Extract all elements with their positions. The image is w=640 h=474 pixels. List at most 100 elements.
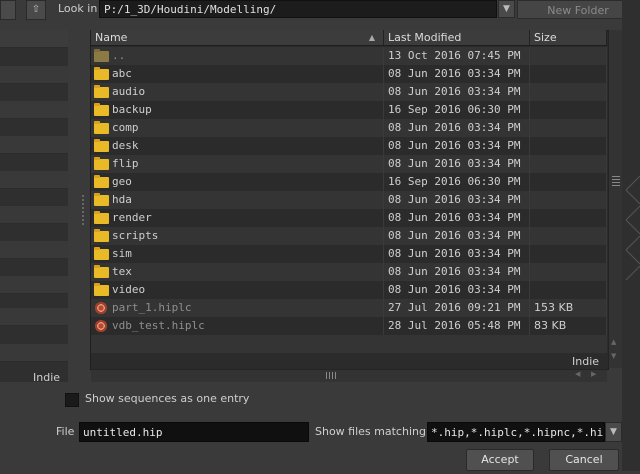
folder-icon [94,247,109,260]
sidebar-item[interactable] [0,101,68,119]
file-row[interactable]: abc 08 Jun 2016 03:34 PM [91,65,607,83]
file-modified: 08 Jun 2016 03:34 PM [384,155,530,173]
file-size [530,119,607,137]
file-name-input[interactable]: untitled.hip [79,422,309,442]
file-row[interactable]: desk 08 Jun 2016 03:34 PM [91,137,607,155]
file-name: flip [91,155,384,173]
scroll-up-icon[interactable]: ▲ [611,338,616,346]
back-button[interactable] [0,0,16,20]
sidebar-item[interactable] [0,136,68,154]
file-row[interactable]: video 08 Jun 2016 03:34 PM [91,281,607,299]
scroll-down-icon[interactable]: ▼ [611,352,616,360]
file-modified: 13 Oct 2016 07:45 PM [384,47,530,65]
vertical-scrollbar[interactable]: ▲ ▼ [608,30,623,368]
sidebar-item[interactable] [0,308,68,326]
sidebar-item[interactable] [0,276,68,294]
sidebar-item[interactable] [0,171,68,189]
file-row[interactable]: part_1.hiplc 27 Jul 2016 09:21 PM 153 KB [91,299,607,317]
folder-icon [94,85,109,98]
folder-icon [94,229,109,242]
file-name: audio [91,83,384,101]
file-row[interactable]: backup 16 Sep 2016 06:30 PM [91,101,607,119]
folder-icon [94,175,109,188]
column-name[interactable]: Name ▲ [91,30,384,45]
file-name: backup [91,101,384,119]
file-row[interactable]: tex 08 Jun 2016 03:34 PM [91,263,607,281]
file-row[interactable]: geo 16 Sep 2016 06:30 PM [91,173,607,191]
chevron-down-icon: ▼ [610,427,617,437]
background-viewport [622,0,640,471]
up-directory-button[interactable]: ⇧ [26,0,46,20]
sidebar-item[interactable] [0,66,68,84]
sidebar-item[interactable] [0,206,68,224]
folder-icon [94,193,109,206]
file-name-text: sim [112,247,132,260]
file-row[interactable]: scripts 08 Jun 2016 03:34 PM [91,227,607,245]
folder-icon [94,139,109,152]
file-row[interactable]: vdb_test.hiplc 28 Jul 2016 05:48 PM 83 KB [91,317,607,335]
file-name-text: desk [112,139,139,152]
file-modified: 08 Jun 2016 03:34 PM [384,137,530,155]
file-name: .. [91,47,384,65]
houdini-file-icon [95,320,107,332]
path-input[interactable]: P:/1_3D/Houdini/Modelling/ [99,0,497,18]
filter-dropdown-button[interactable]: ▼ [605,422,622,442]
file-name: hda [91,191,384,209]
file-name: sim [91,245,384,263]
file-name-text: audio [112,85,146,98]
file-size [530,209,607,227]
file-name-text: render [112,211,152,224]
file-filter-input[interactable]: *.hip,*.hiplc,*.hipnc,*.hip [427,422,605,442]
show-sequences-checkbox[interactable] [65,393,79,407]
file-name-text: video [112,283,146,296]
file-modified: 08 Jun 2016 03:34 PM [384,119,530,137]
file-row[interactable]: sim 08 Jun 2016 03:34 PM [91,245,607,263]
left-watermark: Indie [33,371,61,384]
horizontal-scrollbar[interactable]: ◀ ▶ [91,369,607,382]
file-size [530,281,607,299]
new-folder-button[interactable]: New Folder [517,0,639,19]
column-size[interactable]: Size [530,30,607,45]
file-name: part_1.hiplc [91,299,384,317]
cancel-button[interactable]: Cancel [549,449,619,471]
file-name: comp [91,119,384,137]
up-arrow-icon: ⇧ [31,4,41,15]
sidebar-header [0,30,68,48]
accept-button[interactable]: Accept [466,449,534,471]
file-modified: 08 Jun 2016 03:34 PM [384,263,530,281]
sidebar-item[interactable] [0,344,68,362]
file-size [530,83,607,101]
file-row[interactable]: hda 08 Jun 2016 03:34 PM [91,191,607,209]
file-size: 153 KB [530,299,607,317]
file-size [530,173,607,191]
column-name-label: Name [95,31,128,44]
file-size [530,245,607,263]
file-name: tex [91,263,384,281]
path-dropdown-button[interactable]: ▼ [498,0,515,18]
location-sidebar [0,30,68,382]
file-modified: 28 Jul 2016 05:48 PM [384,317,530,335]
file-row[interactable]: comp 08 Jun 2016 03:34 PM [91,119,607,137]
file-label: File [56,425,75,438]
file-name-text: .. [112,49,126,62]
file-row[interactable]: render 08 Jun 2016 03:34 PM [91,209,607,227]
folder-icon [94,67,109,80]
scroll-grip-icon [612,176,620,186]
splitter-handle[interactable] [82,195,88,225]
folder-icon [94,211,109,224]
file-name: scripts [91,227,384,245]
file-size: 83 KB [530,317,607,335]
column-modified[interactable]: Last Modified [384,30,530,45]
file-name: render [91,209,384,227]
scroll-left-icon[interactable]: ◀ [575,370,580,378]
scroll-right-icon[interactable]: ▶ [591,370,596,378]
file-modified: 16 Sep 2016 06:30 PM [384,101,530,119]
empty-row [91,335,607,353]
file-row[interactable]: audio 08 Jun 2016 03:34 PM [91,83,607,101]
file-name-text: abc [112,67,132,80]
sidebar-item[interactable] [0,241,68,259]
file-row[interactable]: .. 13 Oct 2016 07:45 PM [91,47,607,65]
match-label: Show files matching [315,425,426,438]
file-name: desk [91,137,384,155]
file-row[interactable]: flip 08 Jun 2016 03:34 PM [91,155,607,173]
